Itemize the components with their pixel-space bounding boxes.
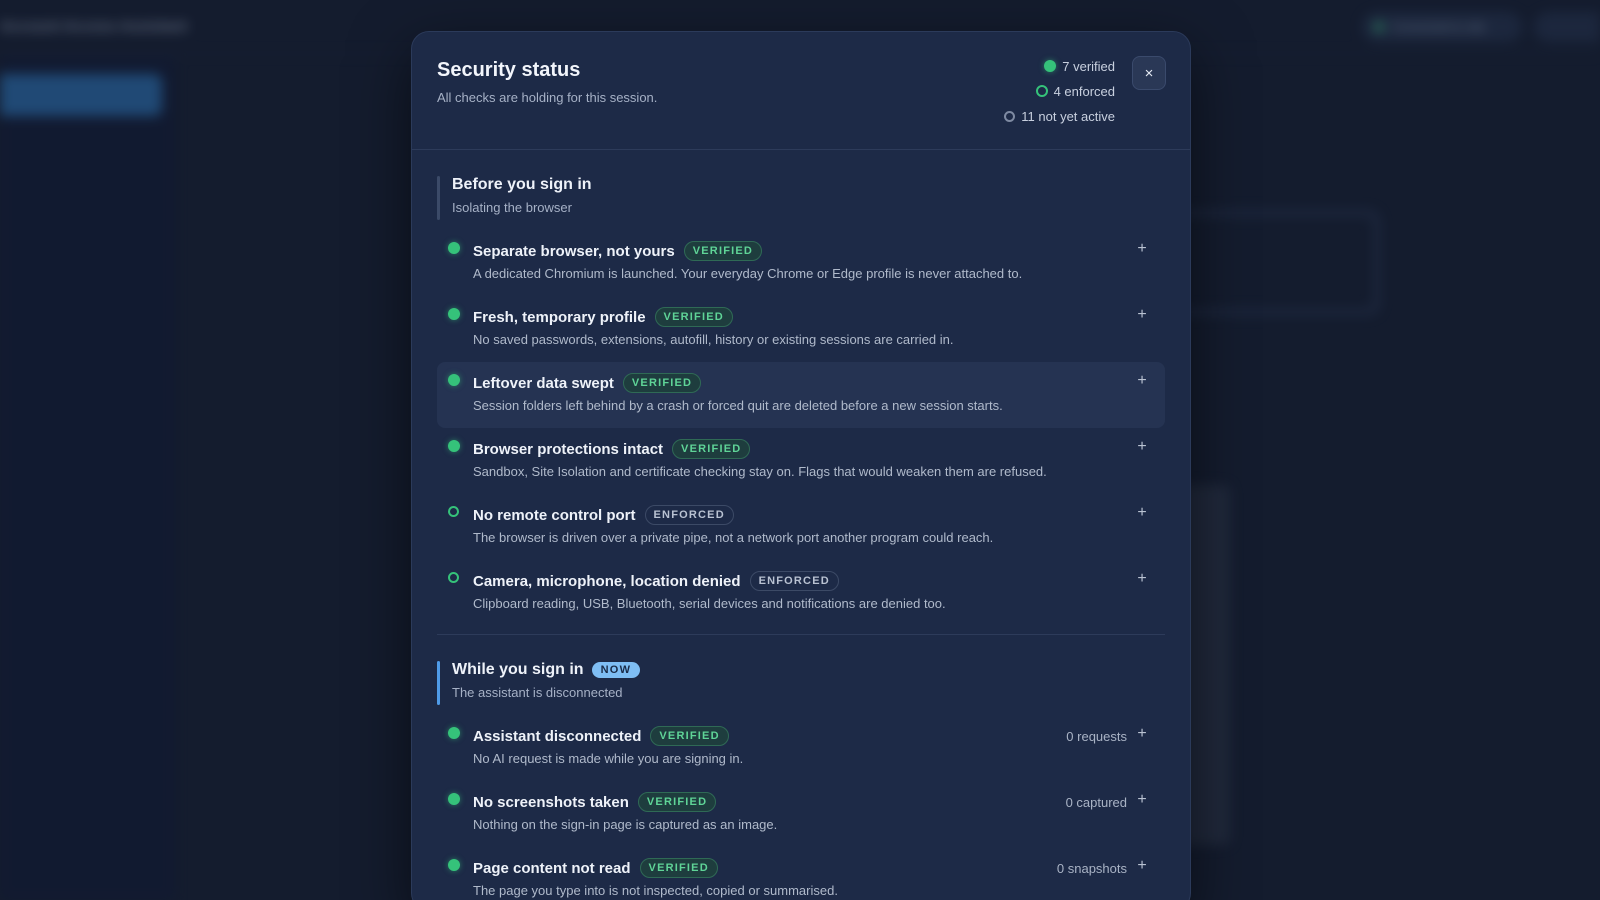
verified-dot-icon: [448, 793, 460, 805]
dialog-subtitle: All checks are holding for this session.: [437, 90, 658, 105]
dialog-title: Security status: [437, 59, 581, 81]
status-badge: VERIFIED: [650, 726, 729, 746]
enforced-ring-icon: [448, 506, 459, 517]
check-title: No remote control port ENFORCED: [473, 505, 734, 525]
dialog-header: Security status All checks are holding f…: [412, 32, 1190, 150]
verified-dot-icon: [448, 308, 460, 320]
check-row[interactable]: Page content not read VERIFIED The page …: [437, 847, 1165, 900]
check-title-text: Browser protections intact: [473, 440, 664, 458]
section-title: Before you sign in: [452, 176, 1165, 194]
verified-dot-icon: [448, 374, 460, 386]
expand-plus-icon[interactable]: +: [1133, 372, 1151, 394]
background-app-title: Account Access Assistant: [0, 18, 188, 35]
enforced-ring-icon: [448, 572, 459, 583]
check-description: Session folders left behind by a crash o…: [473, 398, 1003, 413]
verified-dot-icon: [448, 440, 460, 452]
legend-verified: 7 verified: [1044, 57, 1115, 75]
check-description: No saved passwords, extensions, autofill…: [473, 332, 954, 347]
background-status-pill: Connected to site: [1362, 12, 1522, 42]
status-badge: VERIFIED: [654, 307, 733, 327]
section-subtitle: The assistant is disconnected: [452, 685, 623, 700]
check-title-text: No remote control port: [473, 506, 636, 524]
expand-plus-icon[interactable]: +: [1133, 306, 1151, 328]
section-title-text: Before you sign in: [452, 176, 592, 193]
section-header-before-sign-in: Before you sign in Isolating the browser: [437, 176, 1165, 220]
check-row[interactable]: Fresh, temporary profile VERIFIED No sav…: [437, 296, 1165, 362]
legend-enforced: 4 enforced: [1035, 82, 1115, 100]
section-subtitle: Isolating the browser: [452, 200, 572, 215]
check-description: The page you type into is not inspected,…: [473, 883, 838, 898]
now-badge: NOW: [591, 662, 641, 678]
check-row[interactable]: Separate browser, not yours VERIFIED A d…: [437, 230, 1165, 296]
verified-dot-icon: [448, 727, 460, 739]
check-title-text: Leftover data swept: [473, 374, 614, 392]
legend-enforced-label: 4 enforced: [1053, 83, 1115, 99]
check-title: Browser protections intact VERIFIED: [473, 439, 751, 459]
legend-verified-label: 7 verified: [1062, 58, 1115, 74]
check-description: The browser is driven over a private pip…: [473, 530, 994, 545]
check-row-hovered[interactable]: Leftover data swept VERIFIED Session fol…: [437, 362, 1165, 428]
expand-plus-icon[interactable]: +: [1133, 791, 1151, 813]
verified-dot-icon: [448, 242, 460, 254]
status-badge: VERIFIED: [622, 373, 702, 393]
expand-plus-icon[interactable]: +: [1133, 438, 1151, 460]
check-description: Sandbox, Site Isolation and certificate …: [473, 464, 1047, 479]
check-counter: 0 captured: [1065, 795, 1127, 810]
close-button[interactable]: ×: [1132, 56, 1166, 90]
dialog-body: Before you sign in Isolating the browser…: [412, 176, 1190, 900]
legend-inactive-label: 11 not yet active: [1021, 108, 1115, 124]
expand-plus-icon[interactable]: +: [1133, 857, 1151, 879]
background-status-text: Connected to site: [1392, 20, 1486, 34]
check-title-text: Assistant disconnected: [473, 727, 642, 745]
background-pill: [1534, 12, 1600, 42]
check-row[interactable]: No screenshots taken VERIFIED Nothing on…: [437, 781, 1165, 847]
check-title: No screenshots taken VERIFIED: [473, 792, 717, 812]
section-title-text: While you sign in: [452, 661, 584, 678]
status-badge: VERIFIED: [672, 439, 751, 459]
check-description: No AI request is made while you are sign…: [473, 751, 744, 766]
status-badge: ENFORCED: [644, 505, 734, 525]
background-sidebar: [0, 56, 175, 900]
check-title: Separate browser, not yours VERIFIED: [473, 241, 763, 261]
legend-inactive: 11 not yet active: [1004, 107, 1115, 125]
expand-plus-icon[interactable]: +: [1133, 240, 1151, 262]
check-row[interactable]: Browser protections intact VERIFIED Sand…: [437, 428, 1165, 494]
expand-plus-icon[interactable]: +: [1133, 725, 1151, 747]
check-title: Fresh, temporary profile VERIFIED: [473, 307, 733, 327]
status-dot-icon: [1374, 22, 1384, 32]
expand-plus-icon[interactable]: +: [1133, 570, 1151, 592]
section-divider: [437, 634, 1165, 635]
status-badge: ENFORCED: [749, 571, 839, 591]
background-sidebar-active-item: [0, 74, 162, 116]
check-title: Page content not read VERIFIED: [473, 858, 718, 878]
security-status-dialog: Security status All checks are holding f…: [411, 31, 1191, 900]
check-row[interactable]: No remote control port ENFORCED The brow…: [437, 494, 1165, 560]
check-title: Assistant disconnected VERIFIED: [473, 726, 729, 746]
check-counter: 0 requests: [1066, 729, 1127, 744]
check-title-text: Separate browser, not yours: [473, 242, 675, 260]
check-row[interactable]: Assistant disconnected VERIFIED No AI re…: [437, 715, 1165, 781]
check-counter: 0 snapshots: [1056, 861, 1127, 876]
section-title: While you sign in NOW: [452, 661, 1165, 679]
check-title-text: No screenshots taken: [473, 793, 629, 811]
section-header-while-sign-in: While you sign in NOW The assistant is d…: [437, 661, 1165, 705]
status-badge: VERIFIED: [683, 241, 763, 261]
enforced-ring-icon: [1035, 85, 1048, 97]
verified-dot-icon: [448, 859, 460, 871]
check-title-text: Page content not read: [473, 859, 631, 877]
status-badge: VERIFIED: [639, 858, 718, 878]
inactive-ring-icon: [1004, 110, 1016, 122]
check-title: Leftover data swept VERIFIED: [473, 373, 702, 393]
expand-plus-icon[interactable]: +: [1133, 504, 1151, 526]
check-row[interactable]: Camera, microphone, location denied ENFO…: [437, 560, 1165, 626]
status-badge: VERIFIED: [637, 792, 717, 812]
check-description: Nothing on the sign-in page is captured …: [473, 817, 778, 832]
check-title-text: Camera, microphone, location denied: [473, 572, 741, 590]
check-description: Clipboard reading, USB, Bluetooth, seria…: [473, 596, 946, 611]
verified-dot-icon: [1044, 60, 1057, 72]
status-legend: 7 verified 4 enforced 11 not yet active: [1004, 57, 1115, 125]
check-description: A dedicated Chromium is launched. Your e…: [473, 266, 1023, 281]
check-title: Camera, microphone, location denied ENFO…: [473, 571, 839, 591]
check-title-text: Fresh, temporary profile: [473, 308, 646, 326]
